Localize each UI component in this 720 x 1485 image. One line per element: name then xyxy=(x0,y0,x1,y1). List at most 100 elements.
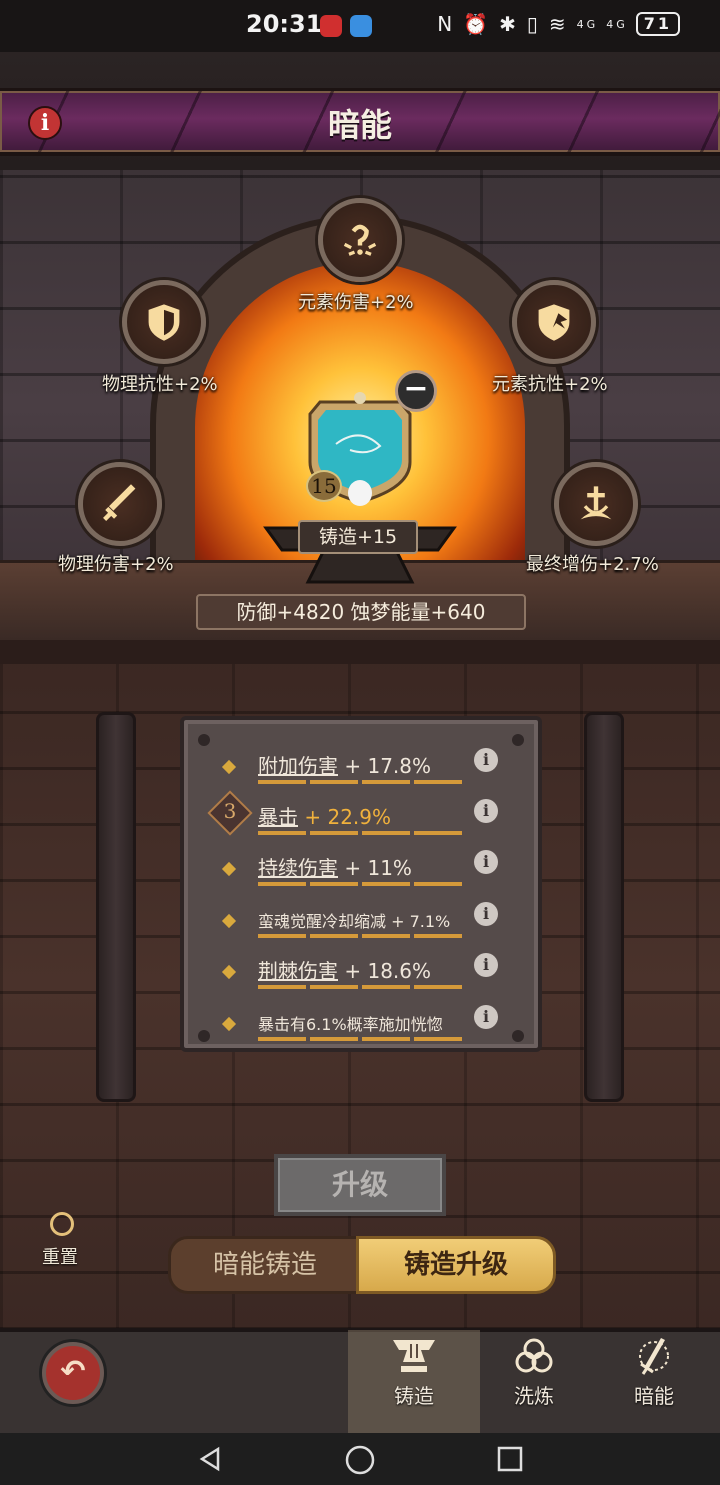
forge-mode-switch: 暗能铸造 铸造升级 xyxy=(168,1236,556,1294)
stat-value: + 22.9% xyxy=(298,805,392,829)
attribute-label: 物理伤害+2% xyxy=(58,554,174,575)
attribute-label: 最终增伤+2.7% xyxy=(526,554,659,575)
attribute-label: 物理抗性+2% xyxy=(102,374,218,395)
stat-progress-segment xyxy=(310,934,358,938)
status-indicators: N ⏰ ✱ ▯ ≋ 4G 4G 71 xyxy=(437,12,680,36)
tab-dark-forge[interactable]: 暗能铸造 xyxy=(168,1236,362,1294)
decorative-pillar xyxy=(584,712,624,1102)
battery-icon: 71 xyxy=(635,12,680,36)
stat-progress-segment xyxy=(362,882,410,886)
attribute-label: 元素抗性+2% xyxy=(492,374,608,395)
remove-gem-button[interactable]: − xyxy=(395,370,437,412)
bonus-stat-row[interactable]: 持续伤害 + 11% i xyxy=(210,850,540,898)
stat-value: + 11% xyxy=(338,856,412,880)
info-icon[interactable]: i xyxy=(474,953,498,977)
signal-icon: 4G xyxy=(576,17,599,31)
stat-progress-segment xyxy=(362,1037,410,1041)
bonus-stat-row[interactable]: 附加伤害 + 17.8% i xyxy=(210,748,540,796)
bonus-stat-row[interactable]: 荆棘伤害 + 18.6% i xyxy=(210,953,540,1001)
stat-value: + 17.8% xyxy=(338,754,432,778)
base-stats-summary: 防御+4820 蚀梦能量+640 xyxy=(196,594,526,630)
wifi-icon: ≋ xyxy=(548,12,569,36)
stat-progress-bar xyxy=(258,882,462,886)
stat-bullet xyxy=(221,913,237,929)
panel-divider xyxy=(0,640,720,664)
system-home-icon[interactable] xyxy=(344,1444,376,1476)
info-icon[interactable]: i xyxy=(474,850,498,874)
dark-sword-icon xyxy=(639,1338,669,1375)
stat-value: 蛮魂觉醒冷却缩减 + 7.1% xyxy=(258,912,451,931)
info-button[interactable]: i xyxy=(28,106,62,140)
plaque-bolt xyxy=(198,1030,210,1042)
flame-icon xyxy=(348,480,372,506)
stat-progress-segment xyxy=(310,780,358,784)
stat-name: 荆棘伤害 xyxy=(258,959,338,983)
stat-progress-segment xyxy=(414,831,462,835)
stat-progress-segment xyxy=(414,1037,462,1041)
stat-text: 附加伤害 + 17.8% xyxy=(258,750,431,779)
stat-progress-segment xyxy=(310,1037,358,1041)
stat-progress-bar xyxy=(258,1037,462,1041)
stat-progress-segment xyxy=(258,831,306,835)
bonus-stat-row[interactable]: 暴击有6.1%概率施加恍惚 i xyxy=(210,1005,540,1053)
upgrade-button[interactable]: 升级 xyxy=(274,1154,446,1216)
stat-bullet xyxy=(221,759,237,775)
nav-label: 洗炼 xyxy=(514,1384,554,1408)
back-button[interactable]: ↶ xyxy=(42,1342,104,1404)
stat-progress-segment xyxy=(258,934,306,938)
stat-progress-segment xyxy=(258,985,306,989)
forge-level-label: 铸造+15 xyxy=(298,520,418,554)
stat-progress-bar xyxy=(258,934,462,938)
stat-progress-bar xyxy=(258,985,462,989)
bonus-stat-row[interactable]: 3 暴击 + 22.9% i xyxy=(207,790,540,847)
stat-progress-segment xyxy=(310,831,358,835)
bonus-stat-row[interactable]: 蛮魂觉醒冷却缩减 + 7.1% i xyxy=(210,902,540,950)
info-icon[interactable]: i xyxy=(474,748,498,772)
stat-progress-segment xyxy=(310,882,358,886)
stat-name: 暴击 xyxy=(258,805,298,829)
nav-label: 暗能 xyxy=(634,1384,674,1408)
stat-text: 蛮魂觉醒冷却缩减 + 7.1% xyxy=(258,908,450,932)
stat-bullet xyxy=(221,964,237,980)
info-icon[interactable]: i xyxy=(474,799,498,823)
nav-tab-dark-energy[interactable]: 暗能 xyxy=(594,1336,714,1409)
system-recents-icon[interactable] xyxy=(496,1445,524,1473)
element-shield-icon[interactable] xyxy=(512,280,596,364)
plaque-bolt xyxy=(512,734,524,746)
stat-text: 暴击有6.1%概率施加恍惚 xyxy=(258,1011,443,1035)
reset-label[interactable]: 重置 xyxy=(42,1243,78,1269)
sword-icon[interactable] xyxy=(78,462,162,546)
reset-icon[interactable] xyxy=(50,1212,74,1236)
stat-progress-segment xyxy=(414,882,462,886)
stat-progress-bar xyxy=(258,780,462,784)
stat-progress-segment xyxy=(414,934,462,938)
anvil-icon xyxy=(393,1340,435,1372)
tab-forge-upgrade[interactable]: 铸造升级 xyxy=(356,1236,556,1294)
stat-progress-segment xyxy=(258,780,306,784)
stat-bullet xyxy=(221,1016,237,1032)
stat-progress-segment xyxy=(362,831,410,835)
status-time: 20:31 xyxy=(246,10,323,38)
gem-level-badge: 15 xyxy=(306,470,342,502)
stat-name: 附加伤害 xyxy=(258,754,338,778)
stat-progress-segment xyxy=(362,934,410,938)
rank-number: 3 xyxy=(223,799,237,823)
info-icon[interactable]: i xyxy=(474,1005,498,1029)
decorative-pillar xyxy=(96,712,136,1102)
stat-value: 暴击有6.1%概率施加恍惚 xyxy=(258,1015,443,1034)
info-icon[interactable]: i xyxy=(474,902,498,926)
stat-progress-segment xyxy=(362,780,410,784)
stat-text: 荆棘伤害 + 18.6% xyxy=(258,955,431,984)
shield-icon[interactable] xyxy=(122,280,206,364)
stat-progress-segment xyxy=(258,882,306,886)
stat-progress-bar xyxy=(258,831,462,835)
app-notification-icon xyxy=(320,15,342,37)
nav-tab-forge[interactable]: 铸造 xyxy=(354,1336,474,1409)
element-damage-icon[interactable] xyxy=(318,198,402,282)
system-back-icon[interactable] xyxy=(196,1445,224,1473)
burst-icon[interactable] xyxy=(554,462,638,546)
stat-progress-segment xyxy=(414,985,462,989)
stat-progress-segment xyxy=(414,780,462,784)
nav-tab-refine[interactable]: 洗炼 xyxy=(474,1336,594,1409)
stat-progress-segment xyxy=(310,985,358,989)
